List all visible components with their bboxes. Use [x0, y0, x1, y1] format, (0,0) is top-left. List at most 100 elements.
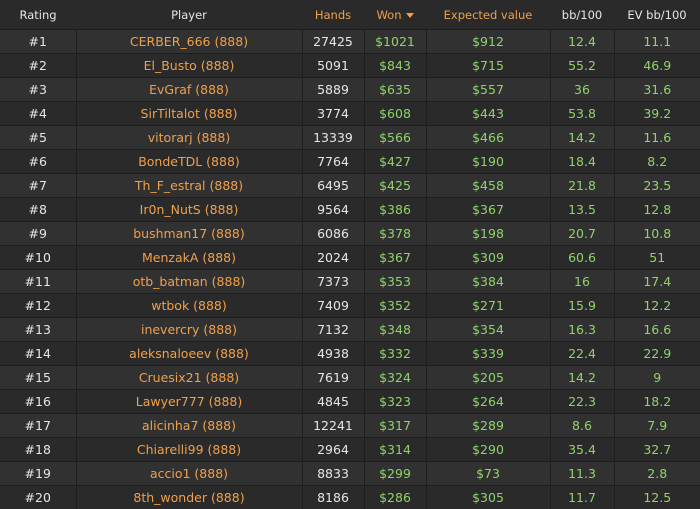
expected-value-cell: $458 — [426, 173, 551, 198]
player-link[interactable]: CERBER_666 (888) — [76, 29, 303, 54]
expected-value-cell: $715 — [426, 53, 551, 78]
hands-cell: 8186 — [302, 485, 365, 509]
won-cell: $286 — [364, 485, 427, 509]
rating-cell: #17 — [0, 413, 77, 438]
hands-cell: 12241 — [302, 413, 365, 438]
player-link[interactable]: Cruesix21 (888) — [76, 365, 303, 390]
expected-value-cell: $557 — [426, 77, 551, 102]
player-link[interactable]: alicinha7 (888) — [76, 413, 303, 438]
hands-cell: 6495 — [302, 173, 365, 198]
hands-cell: 5091 — [302, 53, 365, 78]
player-link[interactable]: Ir0n_NutS (888) — [76, 197, 303, 222]
hands-cell: 2024 — [302, 245, 365, 270]
table-row: #10 MenzakA (888) 2024 $367 $309 60.6 51 — [0, 245, 700, 270]
rating-cell: #15 — [0, 365, 77, 390]
player-link[interactable]: 8th_wonder (888) — [76, 485, 303, 509]
won-cell: $332 — [364, 341, 427, 366]
header-player-label: Player — [171, 7, 207, 22]
sort-descending-icon — [405, 12, 414, 18]
table-row: #14 aleksnaloeev (888) 4938 $332 $339 22.4 22.… — [0, 341, 700, 366]
table-row: #5 vitorarj (888) 13339 $566 $466 14.2 11.6 — [0, 125, 700, 150]
hands-cell: 7619 — [302, 365, 365, 390]
header-won-sort[interactable]: Won — [364, 0, 426, 30]
rating-cell: #18 — [0, 437, 77, 462]
expected-value-cell: $264 — [426, 389, 551, 414]
bb100-cell: 14.2 — [550, 125, 615, 150]
won-cell: $314 — [364, 437, 427, 462]
expected-value-cell: $271 — [426, 293, 551, 318]
hands-cell: 27425 — [302, 29, 365, 54]
rating-cell: #8 — [0, 197, 77, 222]
bb100-cell: 16 — [550, 269, 615, 294]
header-player: Player — [76, 0, 302, 30]
bb100-cell: 35.4 — [550, 437, 615, 462]
header-ev-bb100: EV bb/100 — [614, 0, 700, 30]
header-rating: Rating — [0, 0, 76, 30]
expected-value-cell: $354 — [426, 317, 551, 342]
won-cell: $353 — [364, 269, 427, 294]
player-link[interactable]: otb_batman (888) — [76, 269, 303, 294]
expected-value-cell: $384 — [426, 269, 551, 294]
rating-cell: #7 — [0, 173, 77, 198]
won-cell: $843 — [364, 53, 427, 78]
player-link[interactable]: Lawyer777 (888) — [76, 389, 303, 414]
player-link[interactable]: vitorarj (888) — [76, 125, 303, 150]
player-link[interactable]: El_Busto (888) — [76, 53, 303, 78]
bb100-cell: 20.7 — [550, 221, 615, 246]
rating-cell: #19 — [0, 461, 77, 486]
expected-value-cell: $305 — [426, 485, 551, 509]
player-link[interactable]: EvGraf (888) — [76, 77, 303, 102]
expected-value-cell: $912 — [426, 29, 551, 54]
hands-cell: 7764 — [302, 149, 365, 174]
player-link[interactable]: SirTiltalot (888) — [76, 101, 303, 126]
hands-cell: 7409 — [302, 293, 365, 318]
player-link[interactable]: Th_F_estral (888) — [76, 173, 303, 198]
won-cell: $352 — [364, 293, 427, 318]
header-expected-value-sort[interactable]: Expected value — [426, 0, 550, 30]
won-cell: $323 — [364, 389, 427, 414]
hands-cell: 13339 — [302, 125, 365, 150]
bb100-cell: 22.4 — [550, 341, 615, 366]
ev-bb100-cell: 11.1 — [614, 29, 700, 54]
ev-bb100-cell: 11.6 — [614, 125, 700, 150]
table-row: #18 Chiarelli99 (888) 2964 $314 $290 35.4 32.7 — [0, 437, 700, 462]
won-cell: $324 — [364, 365, 427, 390]
table-row: #20 8th_wonder (888) 8186 $286 $305 11.7 12.5 — [0, 485, 700, 509]
player-link[interactable]: bushman17 (888) — [76, 221, 303, 246]
hands-cell: 9564 — [302, 197, 365, 222]
table-row: #11 otb_batman (888) 7373 $353 $384 16 17.4 — [0, 269, 700, 294]
table-row: #7 Th_F_estral (888) 6495 $425 $458 21.8 23.5 — [0, 173, 700, 198]
ev-bb100-cell: 46.9 — [614, 53, 700, 78]
rating-cell: #12 — [0, 293, 77, 318]
player-link[interactable]: accio1 (888) — [76, 461, 303, 486]
table-body: #1 CERBER_666 (888) 27425 $1021 $912 12.4 11.1… — [0, 29, 700, 509]
player-link[interactable]: MenzakA (888) — [76, 245, 303, 270]
header-expected-value-label: Expected value — [443, 7, 533, 22]
rating-cell: #3 — [0, 77, 77, 102]
hands-cell: 7373 — [302, 269, 365, 294]
hands-cell: 3774 — [302, 101, 365, 126]
bb100-cell: 11.7 — [550, 485, 615, 509]
player-link[interactable]: BondeTDL (888) — [76, 149, 303, 174]
rating-cell: #9 — [0, 221, 77, 246]
won-cell: $608 — [364, 101, 427, 126]
header-rating-label: Rating — [19, 7, 57, 22]
rating-cell: #13 — [0, 317, 77, 342]
player-link[interactable]: Chiarelli99 (888) — [76, 437, 303, 462]
expected-value-cell: $309 — [426, 245, 551, 270]
player-link[interactable]: wtbok (888) — [76, 293, 303, 318]
table-row: #12 wtbok (888) 7409 $352 $271 15.9 12.2 — [0, 293, 700, 318]
bb100-cell: 60.6 — [550, 245, 615, 270]
table-row: #6 BondeTDL (888) 7764 $427 $190 18.4 8.2 — [0, 149, 700, 174]
player-link[interactable]: aleksnaloeev (888) — [76, 341, 303, 366]
header-hands-sort[interactable]: Hands — [302, 0, 364, 30]
header-won-label: Won — [376, 7, 402, 22]
rating-cell: #16 — [0, 389, 77, 414]
player-link[interactable]: inevercry (888) — [76, 317, 303, 342]
bb100-cell: 53.8 — [550, 101, 615, 126]
expected-value-cell: $290 — [426, 437, 551, 462]
expected-value-cell: $205 — [426, 365, 551, 390]
ev-bb100-cell: 12.2 — [614, 293, 700, 318]
rating-cell: #20 — [0, 485, 77, 509]
hands-cell: 5889 — [302, 77, 365, 102]
